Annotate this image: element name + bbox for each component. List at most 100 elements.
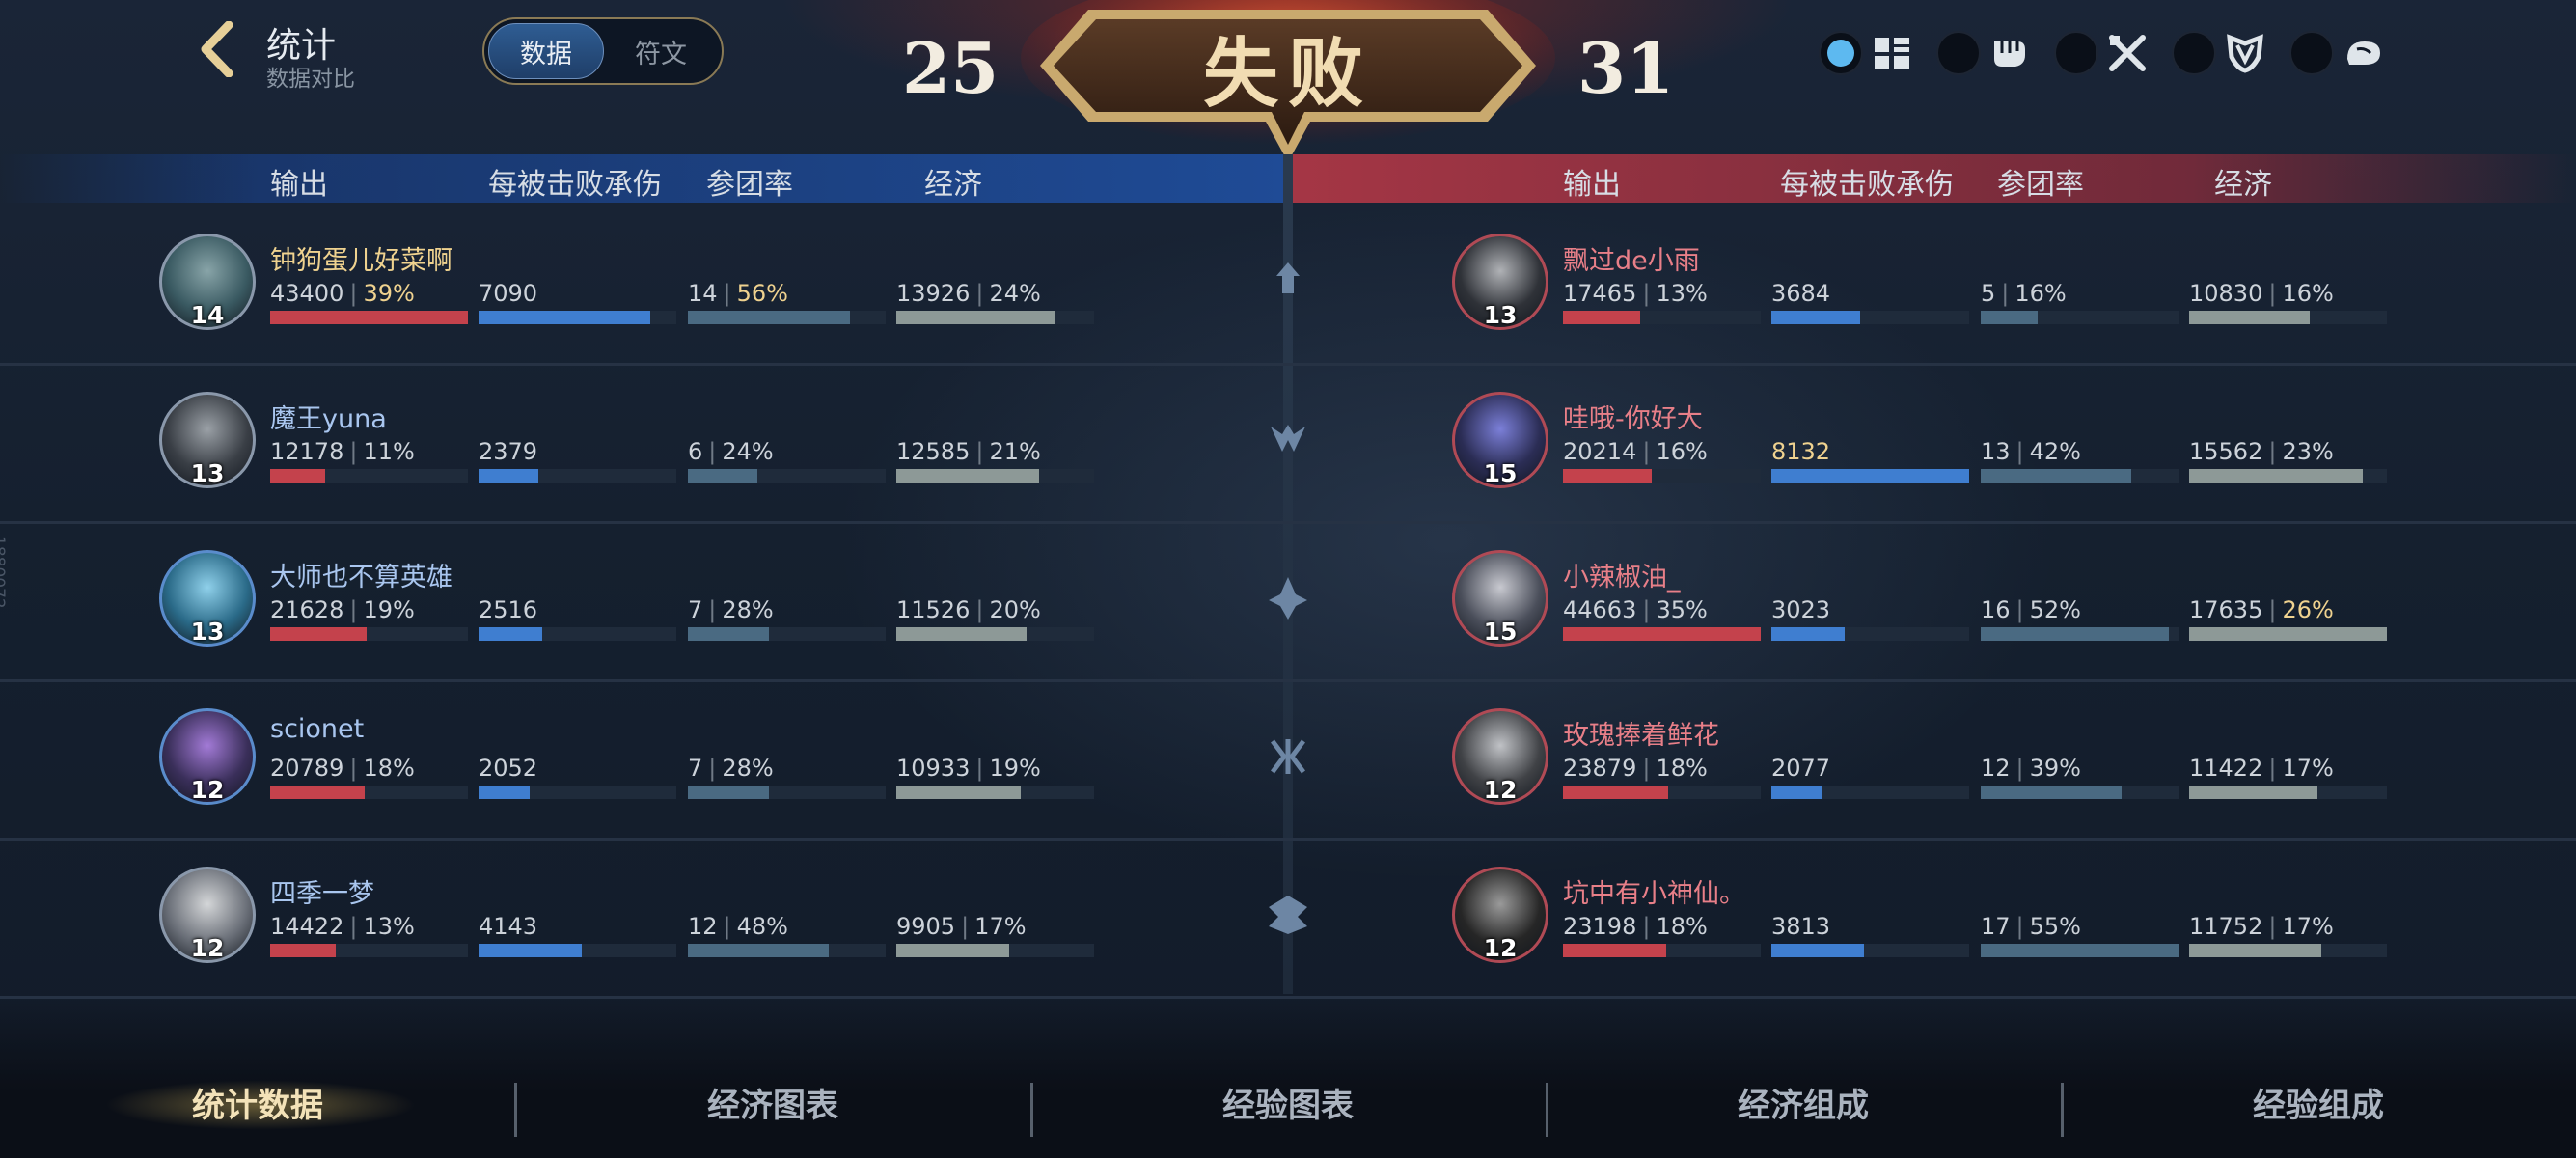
damage-bar-fill [270,944,336,957]
stat-value: 12 [1981,755,2011,782]
stat-value: 8132 [1771,438,1831,465]
header-damage-right: 输出 [1563,168,1621,202]
filter-damage[interactable] [1936,31,2031,75]
header-damage-taken-right: 每被击败承伤 [1780,168,1954,202]
stat-separator: | [349,280,358,307]
player-name[interactable]: 大师也不算英雄 [270,556,452,593]
header-participation-right: 参团率 [1997,168,2084,202]
toggle-rune[interactable]: 符文 [604,23,718,79]
damage-taken-bar-fill [479,311,651,324]
damage-stat: 14422 | 13% [270,913,415,940]
radio-dot[interactable] [2172,31,2216,75]
tab-experience-chart[interactable]: 经验图表 [1030,1079,1546,1126]
stat-separator: | [349,438,358,465]
economy-bar-fill [2189,786,2318,799]
toggle-data[interactable]: 数据 [488,23,604,79]
damage-taken-stat: 2379 [479,438,537,465]
stat-value: 44663 [1563,596,1637,623]
damage-taken-bar [1771,469,1969,482]
participation-bar [1981,469,2179,482]
filter-overview[interactable] [1819,31,1913,75]
damage-taken-bar [479,627,676,641]
stat-separator: | [961,913,970,940]
stat-percent: 13% [1656,280,1708,307]
economy-bar-fill [2189,311,2311,324]
participation-stat: 16 | 52% [1981,596,2081,623]
data-rune-toggle[interactable]: 数据 符文 [482,17,724,85]
radio-dot[interactable] [1819,31,1863,75]
stat-separator: | [2015,913,2024,940]
tab-experience-breakdown[interactable]: 经验组成 [2061,1079,2576,1126]
participation-bar-fill [1981,469,2131,482]
row-separator [0,996,2576,999]
damage-bar-fill [1563,469,1653,482]
stat-percent: 28% [722,596,774,623]
radio-dot[interactable] [2054,31,2098,75]
player-name[interactable]: scionet [270,714,364,744]
damage-taken-bar-fill [1771,469,1969,482]
stat-value: 11752 [2189,913,2263,940]
damage-taken-bar-fill [479,786,531,799]
economy-bar-fill [2189,627,2387,641]
player-name[interactable]: 钟狗蛋儿好菜啊 [270,239,452,277]
filter-other[interactable] [2289,31,2384,75]
damage-taken-bar-fill [1771,786,1823,799]
player-name[interactable]: 四季一梦 [270,872,374,910]
hero-level: 15 [1483,459,1518,487]
player-name[interactable]: 小辣椒油_ [1563,556,1681,593]
radio-dot[interactable] [2289,31,2334,75]
economy-stat: 10933 | 19% [896,755,1041,782]
tab-economy-breakdown[interactable]: 经济组成 [1546,1079,2061,1126]
row-separator [0,363,2576,366]
player-name[interactable]: 坑中有小神仙。 [1563,872,1745,910]
economy-bar [2189,944,2387,957]
stat-percent: 20% [989,596,1041,623]
economy-bar [896,944,1094,957]
tab-stats[interactable]: 统计数据 [0,1079,515,1126]
stat-percent: 19% [363,596,415,623]
economy-bar-fill [2189,944,2322,957]
stat-percent: 17% [2282,755,2334,782]
stat-value: 2052 [479,755,538,782]
stat-percent: 48% [736,913,788,940]
player-name[interactable]: 玫瑰捧着鲜花 [1563,714,1719,752]
stat-percent: 21% [989,438,1041,465]
economy-stat: 13926 | 24% [896,280,1041,307]
stat-separator: | [708,438,717,465]
economy-stat: 10830 | 16% [2189,280,2334,307]
left-team-score: 25 [902,27,1000,109]
participation-bar [688,311,886,324]
hero-level: 13 [190,459,225,487]
filter-combat[interactable] [2054,31,2149,75]
stat-value: 13 [1981,438,2011,465]
stat-separator: | [349,755,358,782]
damage-taken-stat: 2516 [479,596,537,623]
participation-stat: 7 | 28% [688,755,774,782]
player-name[interactable]: 魔王yuna [270,398,387,435]
stat-value: 7090 [479,280,538,307]
shield-icon [2227,34,2263,73]
stat-percent: 18% [363,755,415,782]
participation-bar-fill [1981,944,2179,957]
stat-value: 16 [1981,596,2011,623]
economy-stat: 12585 | 21% [896,438,1041,465]
participation-bar [688,627,886,641]
header-damage-left: 输出 [270,168,328,202]
back-arrow-icon[interactable] [198,21,236,77]
player-name[interactable]: 飘过de小雨 [1563,239,1700,277]
damage-bar [1563,944,1761,957]
damage-taken-bar-fill [479,944,582,957]
economy-bar-fill [896,786,1022,799]
stat-percent: 24% [989,280,1041,307]
economy-bar [2189,311,2387,324]
stat-value: 12585 [896,438,971,465]
stat-value: 9905 [896,913,956,940]
stat-separator: | [975,438,984,465]
radio-dot[interactable] [1936,31,1981,75]
player-name[interactable]: 哇哦-你好大 [1563,398,1703,435]
filter-defense[interactable] [2172,31,2266,75]
tab-economy-chart[interactable]: 经济图表 [515,1079,1030,1126]
participation-bar-fill [688,944,829,957]
stat-separator: | [1642,755,1651,782]
damage-taken-bar-fill [1771,311,1861,324]
